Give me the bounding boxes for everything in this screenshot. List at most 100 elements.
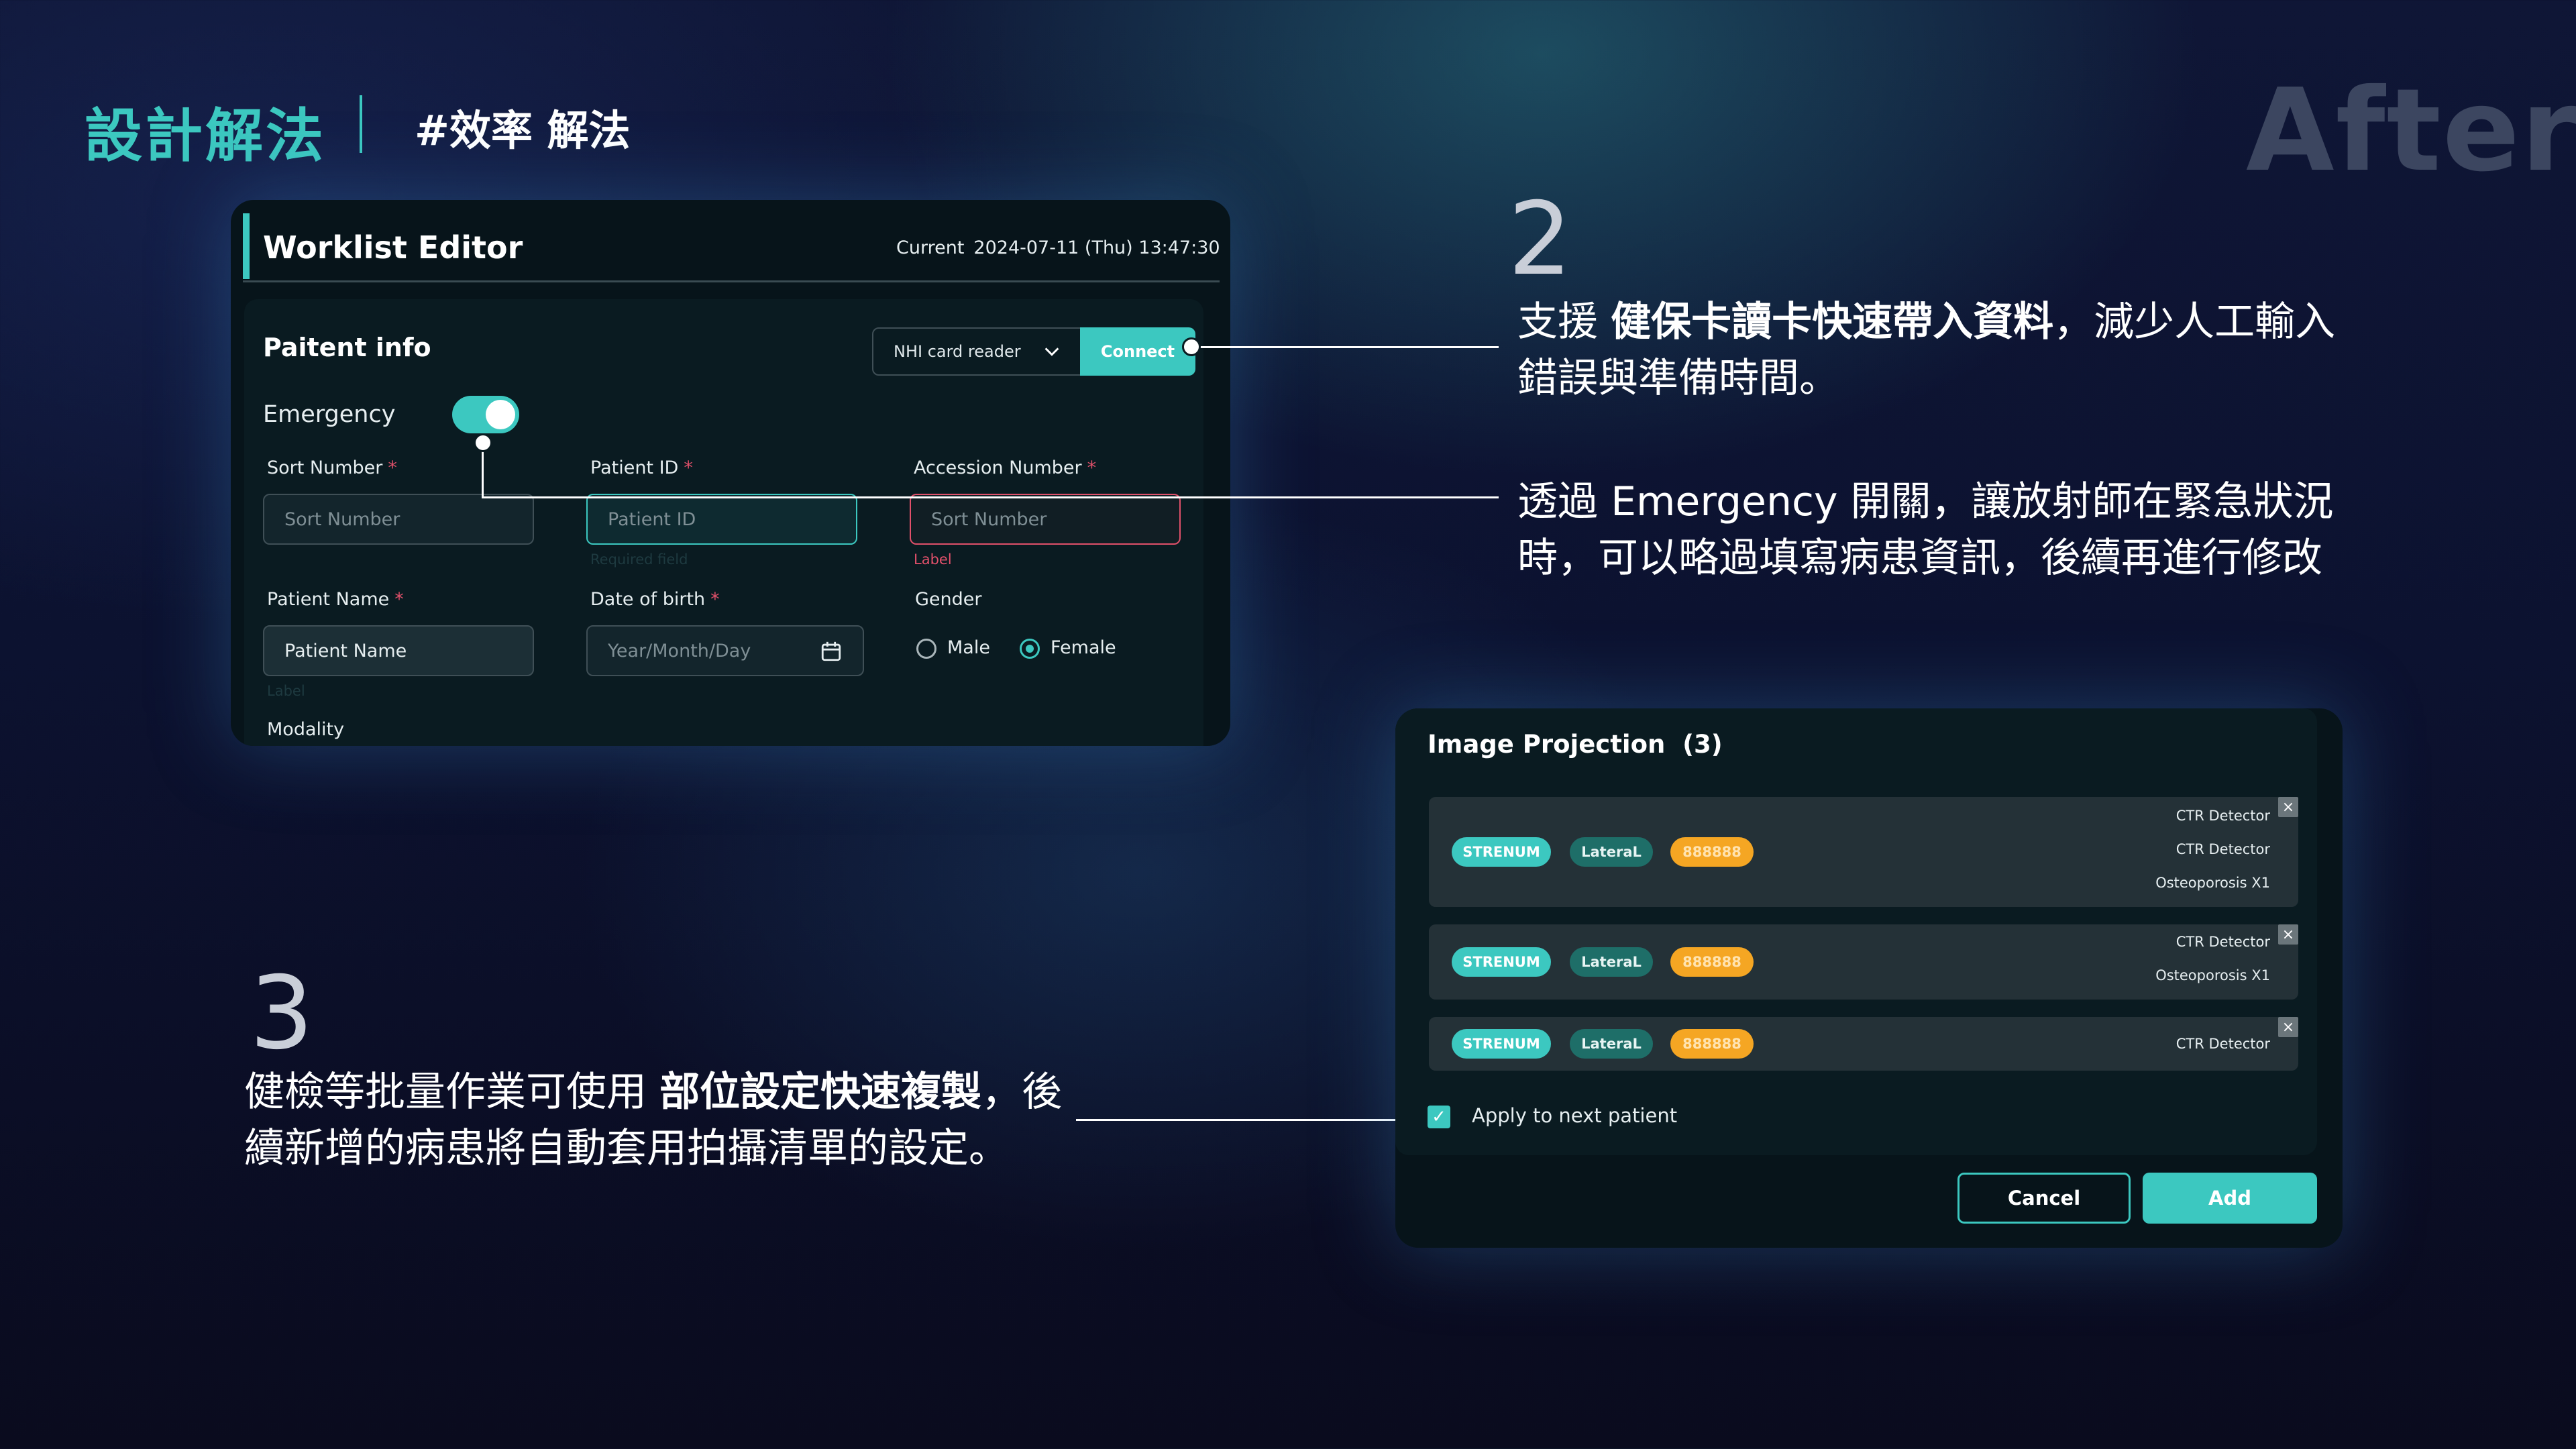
detector-label: CTR Detector — [2176, 808, 2270, 824]
title-accent-bar — [243, 213, 250, 279]
connector-line-2 — [1193, 346, 1499, 348]
annotation-3-pre: 健檢等批量作業可使用 — [244, 1069, 660, 1116]
worklist-editor-card: Worklist Editor Current 2024-07-11 (Thu) … — [231, 200, 1230, 746]
annotation-2-text: 支援 健保卡讀卡快速帶入資料，減少人工輸入 錯誤與準備時間。 — [1517, 294, 2335, 407]
gender-male-label: Male — [947, 637, 990, 658]
projection-count: (3) — [1682, 730, 1723, 759]
detector-label: Osteoporosis X1 — [2155, 875, 2270, 891]
annotation-2-pre: 支援 — [1517, 299, 1611, 345]
patient-id-input[interactable]: Patient ID — [586, 494, 857, 545]
modality-label: Modality — [267, 719, 345, 740]
after-label: After — [2246, 64, 2576, 197]
annotation-3-line1: 健檢等批量作業可使用 部位設定快速複製，後 — [244, 1064, 1062, 1120]
worklist-title: Worklist Editor — [263, 229, 523, 266]
patient-id-label: Patient ID * — [590, 458, 693, 478]
annotation-3-bold: 部位設定快速複製 — [659, 1069, 982, 1116]
projection-row[interactable]: STRENUM LateraL 888888 CTR Detector CTR … — [1429, 797, 2298, 907]
date-of-birth-label: Date of birth * — [590, 589, 720, 610]
connector-dot-emergency — [474, 433, 492, 452]
view-chip[interactable]: LateraL — [1570, 947, 1653, 977]
annotation-2-line1: 支援 健保卡讀卡快速帶入資料，減少人工輸入 — [1517, 294, 2335, 350]
annotation-number-3: 3 — [250, 955, 314, 1072]
emergency-label: Emergency — [263, 401, 396, 428]
annotation-2-post: ，減少人工輸入 — [2053, 299, 2336, 345]
accession-number-label: Accession Number * — [914, 458, 1096, 478]
apply-next-patient-checkbox[interactable]: ✓ — [1428, 1106, 1450, 1128]
annotation-3-line2: 續新增的病患將自動套用拍攝清單的設定。 — [244, 1125, 1009, 1172]
code-chip[interactable]: 888888 — [1670, 1029, 1754, 1059]
projection-title: Image Projection (3) — [1428, 730, 1723, 759]
view-chip[interactable]: LateraL — [1570, 837, 1653, 867]
checkmark-icon: ✓ — [1432, 1107, 1446, 1127]
current-datetime: Current 2024-07-11 (Thu) 13:47:30 — [896, 237, 1220, 258]
card-reader-selected: NHI card reader — [894, 342, 1021, 361]
gender-male-radio[interactable] — [916, 639, 936, 659]
date-of-birth-input[interactable]: Year/Month/Day — [586, 625, 864, 676]
view-chip[interactable]: LateraL — [1570, 1029, 1653, 1059]
patient-name-label-text: Patient Name — [267, 589, 390, 610]
header-divider — [243, 280, 1220, 282]
patient-name-label: Patient Name * — [267, 589, 404, 610]
card-reader-select[interactable]: NHI card reader — [872, 327, 1081, 376]
remove-row-close-icon[interactable]: × — [2278, 797, 2298, 817]
annotation-3-text: 健檢等批量作業可使用 部位設定快速複製，後 續新增的病患將自動套用拍攝清單的設定… — [244, 1064, 1062, 1177]
chevron-down-icon — [1044, 347, 1059, 356]
annotation-2-line2: 錯誤與準備時間。 — [1517, 355, 1839, 402]
image-projection-card: Image Projection (3) STRENUM LateraL 888… — [1395, 708, 2343, 1248]
remove-row-close-icon[interactable]: × — [2278, 924, 2298, 945]
date-of-birth-placeholder: Year/Month/Day — [608, 640, 751, 661]
detector-label: CTR Detector — [2176, 934, 2270, 950]
connect-button[interactable]: Connect — [1080, 327, 1195, 376]
accession-number-helper: Label — [914, 551, 952, 568]
calendar-icon[interactable] — [820, 640, 843, 663]
detector-label: CTR Detector — [2176, 1036, 2270, 1052]
code-chip[interactable]: 888888 — [1670, 837, 1754, 867]
accession-number-input[interactable]: Sort Number — [910, 494, 1181, 545]
patient-id-helper: Required field — [590, 551, 688, 568]
annotation-number-2: 2 — [1508, 181, 1572, 298]
connector-dot-2 — [1182, 337, 1201, 356]
annotation-emergency-line2: 時，可以略過填寫病患資訊，後續再進行修改 — [1517, 535, 2322, 582]
gender-label: Gender — [915, 589, 982, 610]
patient-info-title: Paitent info — [263, 333, 431, 362]
date-of-birth-label-text: Date of birth — [590, 589, 706, 610]
remove-row-close-icon[interactable]: × — [2278, 1017, 2298, 1037]
patient-name-input[interactable]: Patient Name — [263, 625, 534, 676]
current-label: Current — [896, 237, 965, 258]
detector-label: CTR Detector — [2176, 841, 2270, 857]
annotation-3-post: ，後 — [981, 1069, 1063, 1116]
patient-id-label-text: Patient ID — [590, 458, 679, 478]
required-mark: * — [684, 458, 693, 478]
gender-female-radio[interactable] — [1020, 639, 1040, 659]
slide-title: 設計解法 — [85, 103, 326, 170]
sort-number-label: Sort Number * — [267, 458, 397, 478]
accession-number-label-text: Accession Number — [914, 458, 1082, 478]
patient-name-value: Patient Name — [284, 640, 407, 661]
sort-number-label-text: Sort Number — [267, 458, 383, 478]
add-button[interactable]: Add — [2143, 1173, 2317, 1224]
annotation-emergency-text: 透過 Emergency 開關，讓放射師在緊急狀況 時，可以略過填寫病患資訊，後… — [1517, 474, 2334, 586]
required-mark: * — [388, 458, 397, 478]
title-divider — [360, 95, 362, 153]
patient-id-placeholder: Patient ID — [608, 508, 696, 530]
projection-title-text: Image Projection — [1428, 730, 1666, 759]
annotation-2-bold: 健保卡讀卡快速帶入資料 — [1611, 299, 2054, 345]
body-part-chip[interactable]: STRENUM — [1452, 947, 1551, 977]
required-mark: * — [1087, 458, 1097, 478]
required-mark: * — [710, 589, 720, 610]
cancel-button[interactable]: Cancel — [1957, 1173, 2131, 1224]
toggle-knob — [486, 400, 515, 429]
projection-row[interactable]: STRENUM LateraL 888888 CTR Detector × — [1429, 1017, 2298, 1071]
emergency-toggle[interactable] — [452, 396, 519, 433]
body-part-chip[interactable]: STRENUM — [1452, 1029, 1551, 1059]
gender-female-label: Female — [1051, 637, 1116, 658]
required-mark: * — [394, 589, 404, 610]
accession-number-placeholder: Sort Number — [931, 508, 1047, 530]
sort-number-input[interactable]: Sort Number — [263, 494, 534, 545]
code-chip[interactable]: 888888 — [1670, 947, 1754, 977]
slide-tag: #效率 解法 — [415, 106, 631, 155]
projection-row[interactable]: STRENUM LateraL 888888 CTR Detector Oste… — [1429, 924, 2298, 1000]
body-part-chip[interactable]: STRENUM — [1452, 837, 1551, 867]
apply-next-patient-label: Apply to next patient — [1472, 1104, 1678, 1127]
annotation-emergency-line1: 透過 Emergency 開關，讓放射師在緊急狀況 — [1517, 478, 2334, 525]
